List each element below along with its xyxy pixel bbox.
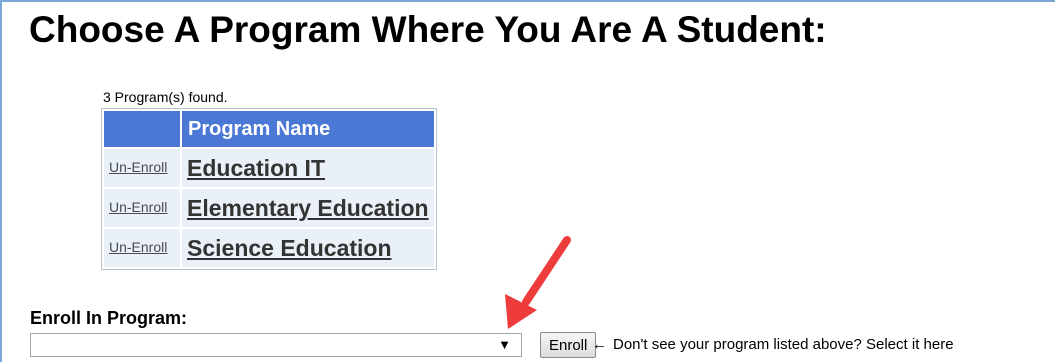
program-link[interactable]: Elementary Education (187, 195, 429, 221)
table-row: Un-Enroll Elementary Education (104, 189, 434, 227)
table-cell-program: Science Education (182, 229, 434, 267)
table-row: Un-Enroll Science Education (104, 229, 434, 267)
enroll-button[interactable]: Enroll (540, 332, 597, 358)
unenroll-link[interactable]: Un-Enroll (109, 199, 167, 215)
column-header-program-name: Program Name (182, 111, 434, 147)
table-cell-action: Un-Enroll (104, 149, 180, 187)
program-link[interactable]: Education IT (187, 155, 325, 181)
table-row: Un-Enroll Education IT (104, 149, 434, 187)
enroll-heading: Enroll In Program: (30, 308, 188, 328)
table-cell-action: Un-Enroll (104, 189, 180, 227)
enroll-hint-text: Don't see your program listed above? Sel… (613, 336, 954, 353)
chevron-down-icon: ▼ (498, 337, 511, 352)
enroll-hint: ← Don't see your program listed above? Se… (592, 335, 954, 355)
table-header-row: Program Name (104, 111, 434, 147)
programs-table: Program Name Un-Enroll Education IT Un-E… (101, 108, 437, 270)
table-cell-action: Un-Enroll (104, 229, 180, 267)
page-title: Choose A Program Where You Are A Student… (29, 9, 827, 50)
table-cell-program: Education IT (182, 149, 434, 187)
unenroll-link[interactable]: Un-Enroll (109, 239, 167, 255)
page-frame: Choose A Program Where You Are A Student… (0, 0, 1055, 362)
column-header-action (104, 111, 180, 147)
program-link[interactable]: Science Education (187, 235, 392, 261)
annotation-arrow-head (505, 294, 537, 329)
unenroll-link[interactable]: Un-Enroll (109, 159, 167, 175)
annotation-arrow-shaft (522, 236, 571, 306)
table-cell-program: Elementary Education (182, 189, 434, 227)
program-count-label: 3 Program(s) found. (103, 89, 228, 105)
program-select[interactable]: ▼ (30, 333, 522, 357)
left-arrow-icon: ← (592, 336, 607, 353)
